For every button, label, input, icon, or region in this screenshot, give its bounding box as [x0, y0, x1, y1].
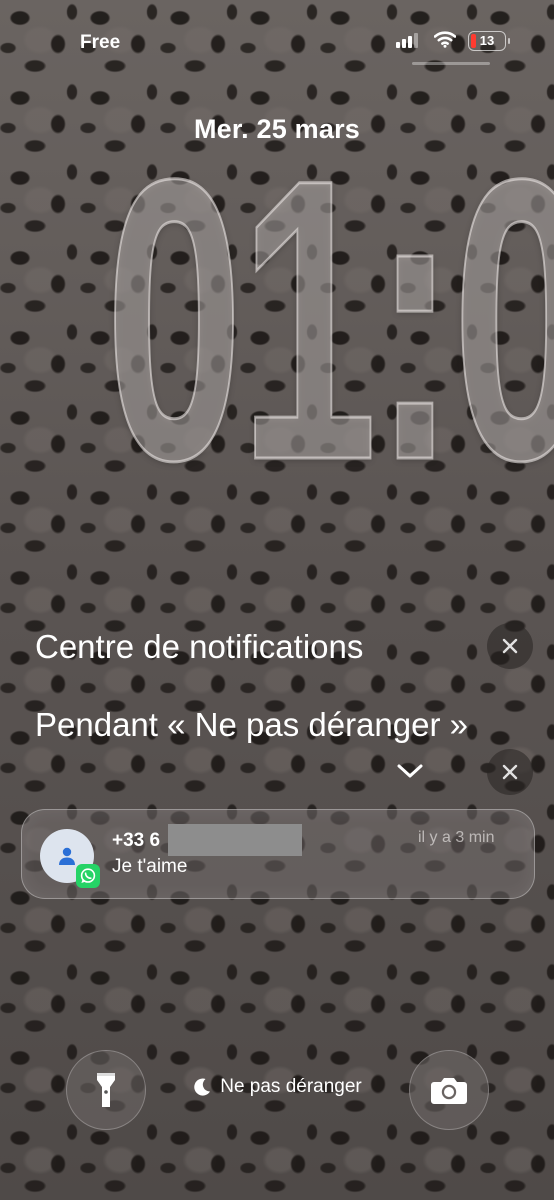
dnd-group-title: Pendant « Ne pas déranger » — [35, 706, 468, 743]
wifi-icon — [434, 31, 456, 48]
notification-sender: +33 6 — [112, 830, 161, 851]
camera-icon — [431, 1078, 467, 1104]
notification-message: Je t'aime — [112, 856, 188, 877]
battery-level: 13 — [479, 33, 495, 48]
close-icon — [502, 638, 518, 654]
chevron-down-icon[interactable] — [395, 760, 425, 782]
clear-notifications-button[interactable] — [487, 623, 533, 669]
carrier-label: Free — [80, 32, 121, 53]
clear-dnd-group-button[interactable] — [487, 749, 533, 795]
person-icon — [59, 847, 75, 865]
battery-icon: 13 — [468, 31, 510, 51]
notification-center-title: Centre de notifications — [35, 628, 364, 665]
close-icon — [502, 764, 518, 780]
cellular-signal-icon — [396, 32, 418, 48]
camera-button[interactable] — [409, 1050, 489, 1130]
moon-icon — [194, 1078, 211, 1096]
redacted-block — [168, 824, 302, 856]
control-center-grabber[interactable] — [412, 62, 490, 65]
whatsapp-icon — [76, 864, 100, 888]
notification-time: il y a 3 min — [418, 829, 495, 846]
focus-mode-label: Ne pas déranger — [220, 1076, 362, 1097]
lock-clock: 01:00 — [104, 96, 554, 543]
